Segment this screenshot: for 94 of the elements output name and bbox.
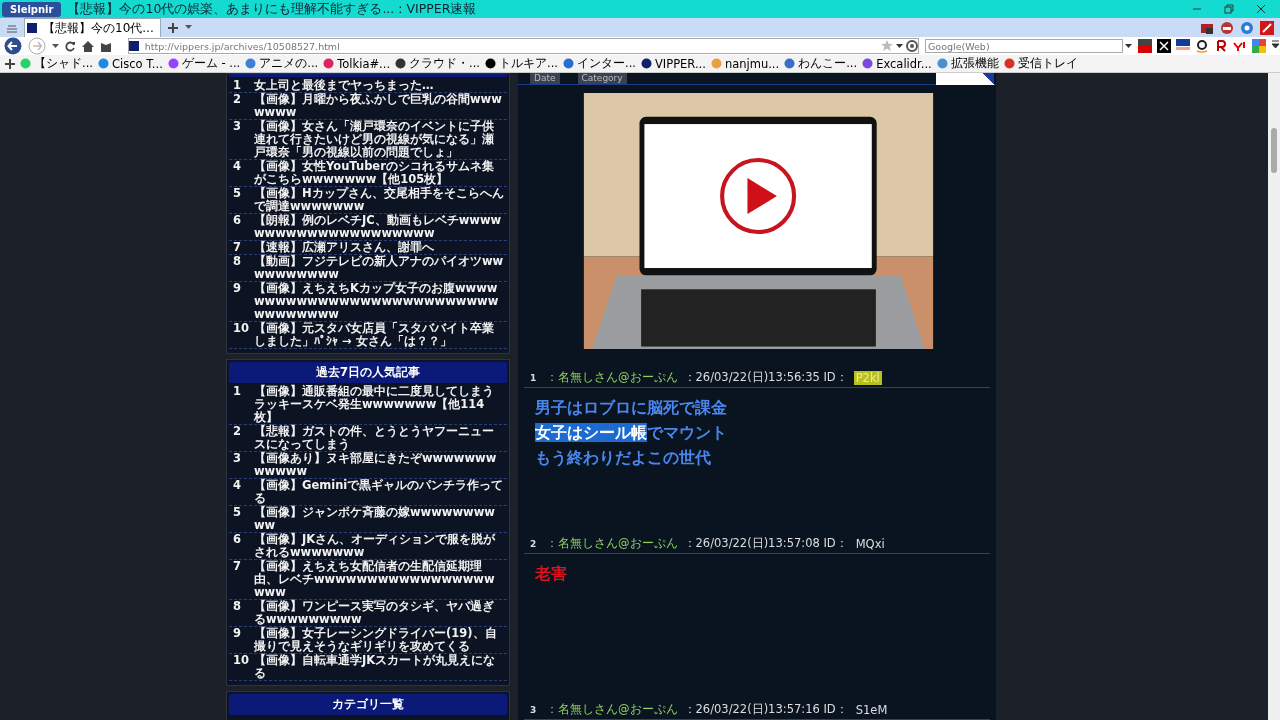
site-favicon-icon: [640, 58, 652, 69]
star-icon[interactable]: [881, 40, 893, 52]
restore-icon[interactable]: [1224, 4, 1234, 14]
bookmark-item[interactable]: VIPPER...: [640, 56, 706, 71]
ranking-link[interactable]: 3 【画像あり】ヌキ部屋にきたぞwwwwwwwwwwww: [229, 452, 507, 479]
ranking-link[interactable]: 8 【画像】ワンピース実写のタシギ、ヤバ過ぎるwwwwwwwww: [229, 600, 507, 627]
reload-icon[interactable]: [64, 40, 76, 52]
meta-label: Category: [577, 73, 627, 84]
site-favicon-icon: [563, 58, 574, 69]
post-number: 3: [530, 704, 538, 715]
meta-label: Date: [530, 73, 560, 84]
site-favicon-icon: [323, 58, 335, 69]
post-body: 老害: [534, 563, 568, 585]
dropdown-icon[interactable]: [1125, 43, 1132, 49]
ranking-link[interactable]: 4 【画像】女性YouTuberのシコれるサムネ集がこちらwwwwwww【他105枚】: [229, 160, 507, 187]
poster-name: ：名無しさん@おーぷん: [546, 536, 678, 551]
site-favicon-icon: [784, 58, 796, 69]
close-icon[interactable]: [1256, 4, 1266, 14]
gear-icon[interactable]: [906, 40, 918, 52]
app-menu-button[interactable]: Sleipnir: [2, 1, 62, 17]
search-field[interactable]: Google(Web): [925, 39, 1123, 53]
ranking-link[interactable]: 5 【画像】ジャンボケ斉藤の嫁wwwwwwwwww: [229, 506, 507, 533]
ranking-link[interactable]: 6 【画像】JKさん、オーディションで服を脱がされるwwwwwww: [229, 533, 507, 560]
address-field[interactable]: http://vippers.jp/archives/10508527.html: [127, 38, 919, 54]
ranking-link[interactable]: 1 【画像】通販番組の最中に二度見してしまうラッキースケベ発生wwwwwww【他114枚】: [229, 385, 507, 425]
ranking-link[interactable]: 10 【画像】自転車通学JKスカートが丸見えになる: [229, 654, 507, 681]
bookmark-item[interactable]: Cisco T...: [97, 56, 163, 71]
ranking-link[interactable]: 2 【画像】月曜から夜ふかしで巨乳の谷間wwwwwww: [229, 93, 507, 120]
ranking-link[interactable]: 7 【速報】広瀬アリスさん、謝罪へ: [229, 241, 507, 255]
panel-heading: カテゴリ一覧: [229, 694, 507, 715]
pen-icon[interactable]: [1260, 20, 1274, 35]
browser-tab[interactable]: 【悲報】今の10代...: [24, 17, 161, 38]
bookmark-item[interactable]: クラウド・...: [395, 56, 480, 71]
dropdown-icon[interactable]: [896, 43, 903, 49]
home-icon[interactable]: [81, 40, 94, 52]
bookmark-item[interactable]: Tolkia#...: [323, 56, 391, 71]
ranking-link[interactable]: 6 【朗報】例のレベチJC、動画もレベチwwwwwwwwwwwwwwwwwwwww: [229, 214, 507, 241]
ranking-link[interactable]: 5 【画像】Hカップさん、交尾相手をそこらへんで調達wwwwwww: [229, 187, 507, 214]
bookmark-item[interactable]: nanjmu...: [710, 56, 780, 71]
y-logo-icon[interactable]: [1233, 39, 1247, 53]
ranking-link[interactable]: 10 【画像】元スタバ女店員「スタババイト卒業しました」ﾊﾟｼｬ → 女さん「は？？」: [229, 322, 507, 349]
bookmark-item[interactable]: インター...: [563, 56, 636, 71]
poster-id: P2kl: [853, 370, 882, 385]
ranking-link[interactable]: 4 【画像】Geminiで黒ギャルのパンチラ作ってる: [229, 479, 507, 506]
site-favicon-icon: [710, 58, 722, 69]
poster-id: S1eM: [854, 702, 889, 717]
window-title: 【悲報】今の10代の娯楽、あまりにも理解不能すぎる... : VIPPER速報: [67, 0, 477, 18]
x-logo-icon[interactable]: [1157, 39, 1171, 53]
dropdown-icon[interactable]: [51, 43, 59, 49]
panel-heading: 過去7日の人気記事: [229, 362, 507, 383]
post-datetime: ：26/03/22(日)13:57:08 ID：: [683, 536, 848, 551]
bookmark-item[interactable]: Excalidr...: [862, 56, 932, 71]
r-logo-icon[interactable]: [1214, 39, 1228, 53]
ranking-link[interactable]: 8 【動画】フジテレビの新人アナのパイオツwwwwwwwwww: [229, 255, 507, 282]
bookmark-item[interactable]: ゲーム - ...: [167, 56, 241, 71]
post-number: 2: [530, 538, 538, 549]
dropdown-icon[interactable]: [184, 25, 192, 30]
poster-name: ：名無しさん@おーぷん: [546, 702, 678, 717]
site-favicon-icon: [128, 41, 139, 51]
poster-id: MQxi: [854, 536, 886, 551]
back-icon[interactable]: [4, 37, 22, 55]
ranking-link[interactable]: 1 女上司と最後までヤっちまった…: [229, 79, 507, 93]
post-body: 男子はロブロに脳死で課金 女子はシール帳でマウント もう終わりだよこの世代: [534, 397, 728, 469]
corner-decoration: [936, 73, 994, 85]
ranking-link[interactable]: 2 【悲報】ガストの件、とうとうヤフーニュースになってしまう: [229, 425, 507, 452]
site-favicon-icon: [395, 58, 407, 69]
bookmark-item[interactable]: アニメの...: [245, 56, 319, 71]
add-bookmark-icon[interactable]: [5, 58, 15, 69]
ranking-link[interactable]: 3 【画像】女さん「瀬戸環奈のイベントに子供連れて行きたいけど男の視線が気になる」瀬戸環奈「男の視線以前の問題でしょ」: [229, 120, 507, 160]
bookmark-item[interactable]: 【シャド...: [20, 56, 93, 71]
site-favicon-icon: [167, 58, 179, 69]
post-number: 1: [530, 372, 538, 383]
amazon-icon[interactable]: [1195, 39, 1209, 53]
site-favicon-icon: [862, 58, 874, 69]
ranking-link[interactable]: 9 【画像】えちえちKカップ女子のお腹wwwwwwwwwwwwwwwwwwwwwwwwwwwwwwwwwww: [229, 282, 507, 322]
ranking-link[interactable]: 7 【画像】えちえち女配信者の生配信延期理由、レベチwwwwwwwwwwwwwwwwwwww: [229, 560, 507, 600]
poster-name: ：名無しさん@おーぷん: [546, 370, 678, 385]
site-favicon-icon: [20, 58, 31, 69]
site-favicon-icon: [27, 23, 37, 33]
bookmark-item[interactable]: わんこー...: [784, 56, 858, 71]
site-favicon-icon: [245, 58, 257, 69]
post-datetime: ：26/03/22(日)13:56:35 ID：: [683, 370, 848, 385]
post-datetime: ：26/03/22(日)13:57:16 ID：: [683, 702, 848, 717]
scrollbar-thumb[interactable]: [1271, 128, 1277, 173]
bookmark-item[interactable]: 受信トレイ: [1003, 56, 1078, 71]
more-icon[interactable]: [1271, 39, 1280, 49]
site-favicon-icon: [485, 58, 496, 69]
site-favicon-icon: [936, 58, 948, 69]
bookmark-item[interactable]: 拡張機能: [936, 56, 999, 71]
bookmark-item[interactable]: トルキア...: [485, 56, 558, 71]
ranking-link[interactable]: 9 【画像】女子レーシングドライバー(19)、自撮りで見えそうなギリギリを攻めてくる: [229, 627, 507, 654]
site-favicon-icon: [1003, 58, 1015, 69]
site-favicon-icon: [97, 58, 109, 69]
new-tab-icon[interactable]: [166, 21, 179, 34]
